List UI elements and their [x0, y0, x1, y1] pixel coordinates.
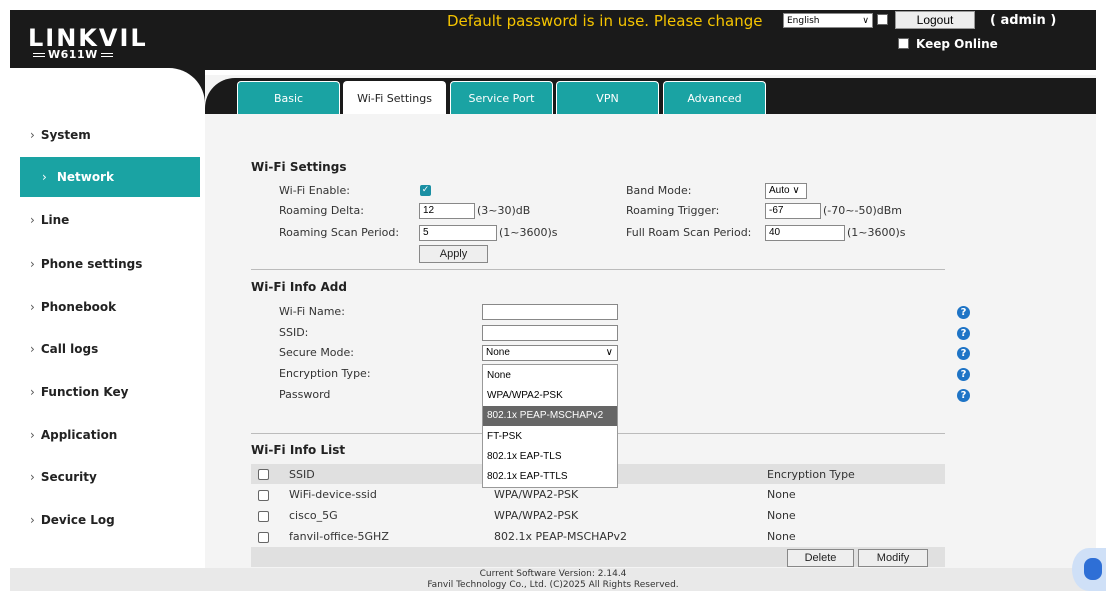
wifi-name-label: Wi-Fi Name: [279, 305, 345, 318]
band-mode-label: Band Mode: [626, 184, 692, 197]
password-label: Password [279, 388, 331, 401]
row-mode: 802.1x PEAP-MSCHAPv2 [494, 530, 628, 543]
section-title-wifi-info-list: Wi-Fi Info List [251, 443, 346, 457]
select-all-checkbox[interactable] [258, 469, 269, 480]
tab-advanced[interactable]: Advanced [663, 81, 766, 114]
section-title-wifi-settings: Wi-Fi Settings [251, 160, 347, 174]
row-checkbox[interactable] [258, 532, 269, 543]
help-icon[interactable]: ? [957, 327, 970, 340]
roaming-scan-period-input[interactable]: 5 [419, 225, 497, 241]
sidebar-item-call-logs[interactable]: › Call logs [30, 342, 98, 356]
column-header-encryption-type: Encryption Type [767, 468, 855, 481]
roaming-delta-label: Roaming Delta: [279, 204, 364, 217]
header-checkbox[interactable] [877, 14, 888, 25]
default-password-warning[interactable]: Default password is in use. Please chang… [447, 12, 762, 30]
dropdown-option-peap-mschapv2[interactable]: 802.1x PEAP-MSCHAPv2 [483, 406, 617, 426]
sidebar-item-phonebook[interactable]: › Phonebook [30, 300, 116, 314]
sidebar-item-device-log[interactable]: › Device Log [30, 513, 115, 527]
help-icon[interactable]: ? [957, 347, 970, 360]
dropdown-option-ft-psk[interactable]: FT-PSK [483, 427, 617, 447]
secure-mode-select[interactable]: None ∨ [482, 345, 618, 361]
divider [251, 269, 945, 270]
sidebar-item-line[interactable]: › Line [30, 213, 69, 227]
row-ssid: WiFi-device-ssid [289, 488, 377, 501]
dropdown-option-none[interactable]: None [483, 366, 617, 386]
row-encryption: None [767, 530, 796, 543]
wifi-enable-label: Wi-Fi Enable: [279, 184, 350, 197]
modify-button[interactable]: Modify [858, 549, 928, 567]
roaming-scan-period-label: Roaming Scan Period: [279, 226, 400, 239]
current-user: ( admin ) [990, 13, 1057, 28]
dropdown-option-wpa-psk[interactable]: WPA/WPA2-PSK [483, 386, 617, 406]
row-mode: WPA/WPA2-PSK [494, 488, 579, 501]
secure-mode-dropdown: None WPA/WPA2-PSK 802.1x PEAP-MSCHAPv2 F… [482, 364, 618, 488]
chevron-down-icon: ∨ [605, 347, 613, 358]
roaming-delta-input[interactable]: 12 [419, 203, 475, 219]
delete-button[interactable]: Delete [787, 549, 854, 567]
wifi-enable-checkbox[interactable]: ✓ [420, 185, 431, 196]
section-title-wifi-info-add: Wi-Fi Info Add [251, 280, 347, 294]
sidebar-item-phone-settings[interactable]: › Phone settings [30, 257, 142, 271]
sidebar-item-function-key[interactable]: › Function Key [30, 385, 128, 399]
help-icon[interactable]: ? [957, 368, 970, 381]
sidebar-item-security[interactable]: › Security [30, 470, 97, 484]
help-icon[interactable]: ? [957, 306, 970, 319]
secure-mode-label: Secure Mode: [279, 346, 354, 359]
ssid-input[interactable] [482, 325, 618, 341]
full-roam-scan-period-input[interactable]: 40 [765, 225, 845, 241]
row-encryption: None [767, 509, 796, 522]
roaming-delta-range: (3~30)dB [477, 204, 531, 217]
tab-service-port[interactable]: Service Port [450, 81, 553, 114]
sidebar-item-network[interactable]: › Network [20, 157, 200, 197]
sidebar-item-application[interactable]: › Application [30, 428, 117, 442]
logout-button[interactable]: Logout [895, 11, 975, 29]
tab-wifi-settings[interactable]: Wi-Fi Settings [343, 81, 446, 114]
roaming-trigger-input[interactable]: -67 [765, 203, 821, 219]
row-checkbox[interactable] [258, 490, 269, 501]
apply-button[interactable]: Apply [419, 245, 488, 263]
chat-support-icon[interactable] [1072, 548, 1106, 591]
software-version: Current Software Version: 2.14.4 [479, 569, 627, 579]
sidebar-item-system[interactable]: › System [30, 128, 91, 142]
keep-online-checkbox[interactable] [898, 38, 909, 49]
full-roam-scan-period-label: Full Roam Scan Period: [626, 226, 752, 239]
wifi-name-input[interactable] [482, 304, 618, 320]
chevron-down-icon: ∨ [862, 16, 869, 26]
chevron-down-icon: ∨ [792, 185, 800, 196]
copyright: Fanvil Technology Co., Ltd. (C)2025 All … [427, 580, 679, 590]
full-roam-scan-period-range: (1~3600)s [847, 226, 906, 239]
model-label: W611W [30, 48, 116, 61]
ssid-label: SSID: [279, 326, 309, 339]
sidebar [10, 68, 205, 568]
row-ssid: cisco_5G [289, 509, 338, 522]
row-encryption: None [767, 488, 796, 501]
language-select[interactable]: English ∨ [783, 13, 873, 28]
column-header-ssid: SSID [289, 468, 315, 481]
roaming-trigger-range: (-70~-50)dBm [823, 204, 902, 217]
roaming-scan-period-range: (1~3600)s [499, 226, 558, 239]
keep-online-label: Keep Online [916, 37, 998, 51]
row-checkbox[interactable] [258, 511, 269, 522]
row-mode: WPA/WPA2-PSK [494, 509, 579, 522]
dropdown-option-eap-ttls[interactable]: 802.1x EAP-TTLS [483, 467, 617, 487]
row-ssid: fanvil-office-5GHZ [289, 530, 389, 543]
dropdown-option-eap-tls[interactable]: 802.1x EAP-TLS [483, 447, 617, 467]
help-icon[interactable]: ? [957, 389, 970, 402]
band-mode-select[interactable]: Auto ∨ [765, 183, 807, 199]
tab-vpn[interactable]: VPN [556, 81, 659, 114]
encryption-type-label: Encryption Type: [279, 367, 371, 380]
roaming-trigger-label: Roaming Trigger: [626, 204, 720, 217]
tab-basic[interactable]: Basic [237, 81, 340, 114]
